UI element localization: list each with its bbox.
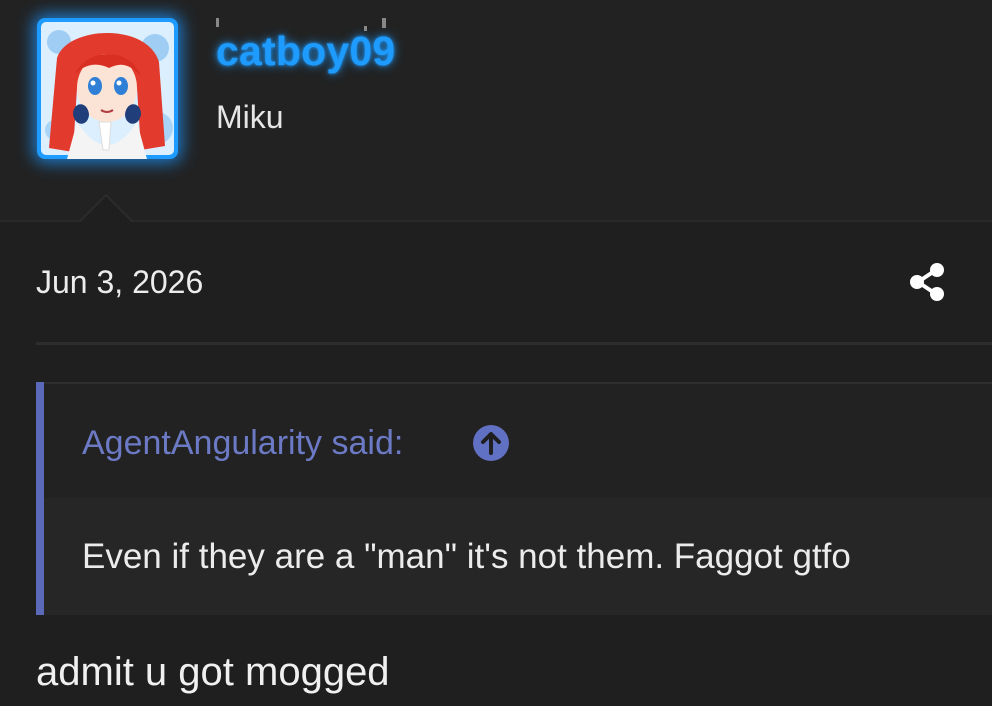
- quote-text: Even if they are a "man" it's not them. …: [82, 537, 851, 576]
- post-body-text: admit u got mogged: [36, 650, 390, 694]
- user-avatar[interactable]: [37, 18, 178, 159]
- header-divider: [0, 220, 992, 222]
- header-pointer-caret: [70, 188, 140, 222]
- anime-girl-avatar-icon: [41, 22, 174, 159]
- share-icon: [910, 263, 944, 301]
- quote-jump-button[interactable]: [472, 424, 510, 462]
- quote-author-link[interactable]: AgentAngularity said:: [82, 423, 403, 463]
- post-date[interactable]: Jun 3, 2026: [36, 263, 203, 301]
- arrow-up-circle-icon: [473, 425, 509, 461]
- quote-accent-bar: [36, 382, 44, 615]
- share-button[interactable]: [906, 260, 950, 304]
- username-sparkle-decoration: [364, 26, 367, 31]
- username-sparkle-decoration: [216, 18, 219, 27]
- username-sparkle-decoration: [382, 18, 386, 28]
- user-title: Miku: [216, 99, 284, 135]
- username[interactable]: catboy09: [216, 28, 395, 74]
- post-meta-divider: [36, 342, 992, 345]
- quote-top-border: [44, 382, 992, 384]
